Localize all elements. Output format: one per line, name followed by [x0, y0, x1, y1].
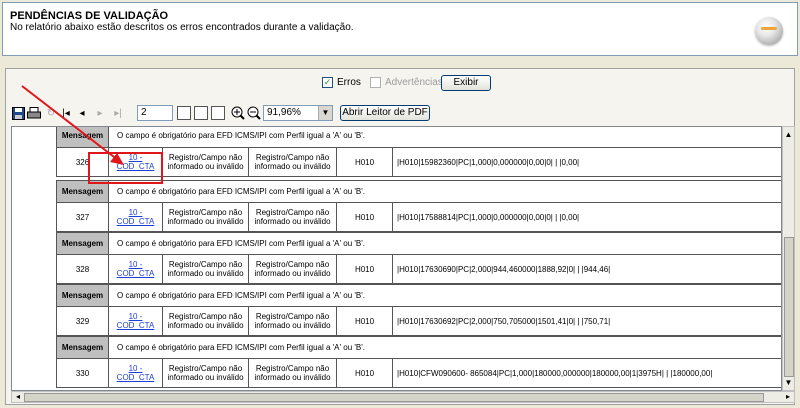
scroll-right-icon[interactable]: ▸ [783, 392, 793, 402]
open-pdf-button[interactable]: Abrir Leitor de PDF [340, 105, 430, 121]
list-item: Mensagem O campo é obrigatório para EFD … [56, 284, 781, 336]
prev-page-icon[interactable]: ◂ [75, 105, 89, 121]
table-row: 330 10 - COD_CTA Registro/Campo não info… [57, 359, 781, 387]
field-link[interactable]: 10 - COD_CTA [109, 203, 163, 231]
table-row: 328 10 - COD_CTA Registro/Campo não info… [57, 255, 781, 283]
page-width-icon[interactable] [211, 105, 225, 121]
horizontal-scrollbar[interactable]: ◂ ▸ [11, 391, 795, 403]
refresh-icon[interactable]: ↻ [44, 105, 58, 121]
scroll-thumb[interactable] [24, 393, 764, 402]
table-row: 326 10 - COD_CTA Registro/Campo não info… [57, 148, 781, 176]
zoom-in-icon[interactable] [231, 105, 245, 121]
report-panel: ✓ Erros Advertências Exibir ↻ |◂ ◂ ▸ ▸| … [5, 68, 795, 405]
filter-bar: ✓ Erros Advertências Exibir [6, 74, 794, 92]
last-page-icon[interactable]: ▸| [109, 105, 127, 121]
list-item: Mensagem O campo é obrigatório para EFD … [56, 180, 781, 232]
multi-page-icon[interactable] [194, 105, 208, 121]
field-link[interactable]: 10 - COD_CTA [109, 307, 163, 335]
validation-header: PENDÊNCIAS DE VALIDAÇÃO No relatório aba… [2, 2, 798, 56]
check-icon: ✓ [322, 77, 333, 88]
single-page-icon[interactable] [177, 105, 191, 121]
list-item: Mensagem O campo é obrigatório para EFD … [56, 232, 781, 284]
table-row: 329 10 - COD_CTA Registro/Campo não info… [57, 307, 781, 335]
highlight-box [88, 152, 163, 184]
field-link[interactable]: 10 - COD_CTA [109, 255, 163, 283]
scroll-down-icon[interactable]: ▼ [783, 377, 794, 388]
chevron-down-icon[interactable]: ▼ [318, 106, 332, 120]
scroll-up-icon[interactable]: ▲ [783, 129, 794, 140]
report-toolbar: ↻ |◂ ◂ ▸ ▸| 2 91,96% ▼ Abrir Leitor de P… [11, 105, 789, 123]
scroll-left-icon[interactable]: ◂ [13, 392, 23, 402]
next-page-icon[interactable]: ▸ [93, 105, 107, 121]
vertical-scrollbar[interactable]: ▲ ▼ [782, 126, 795, 391]
advertencias-checkbox[interactable]: Advertências [370, 77, 443, 88]
list-item: Mensagem O campo é obrigatório para EFD … [56, 127, 781, 177]
save-icon[interactable] [11, 105, 25, 121]
page-subtitle: No relatório abaixo estão descritos os e… [10, 22, 354, 33]
exibir-button[interactable]: Exibir [441, 75, 491, 91]
scroll-thumb[interactable] [784, 237, 794, 377]
page-title: PENDÊNCIAS DE VALIDAÇÃO [10, 10, 169, 22]
list-item: Mensagem O campo é obrigatório para EFD … [56, 336, 781, 388]
globe-icon [755, 17, 783, 45]
first-page-icon[interactable]: |◂ [59, 105, 73, 121]
print-icon[interactable] [27, 105, 41, 121]
page-number-input[interactable]: 2 [137, 105, 173, 121]
zoom-out-icon[interactable] [247, 105, 261, 121]
table-row: 327 10 - COD_CTA Registro/Campo não info… [57, 203, 781, 231]
zoom-select[interactable]: 91,96% ▼ [263, 105, 333, 121]
erros-checkbox[interactable]: ✓ Erros [322, 77, 361, 88]
field-link[interactable]: 10 - COD_CTA [109, 359, 163, 387]
